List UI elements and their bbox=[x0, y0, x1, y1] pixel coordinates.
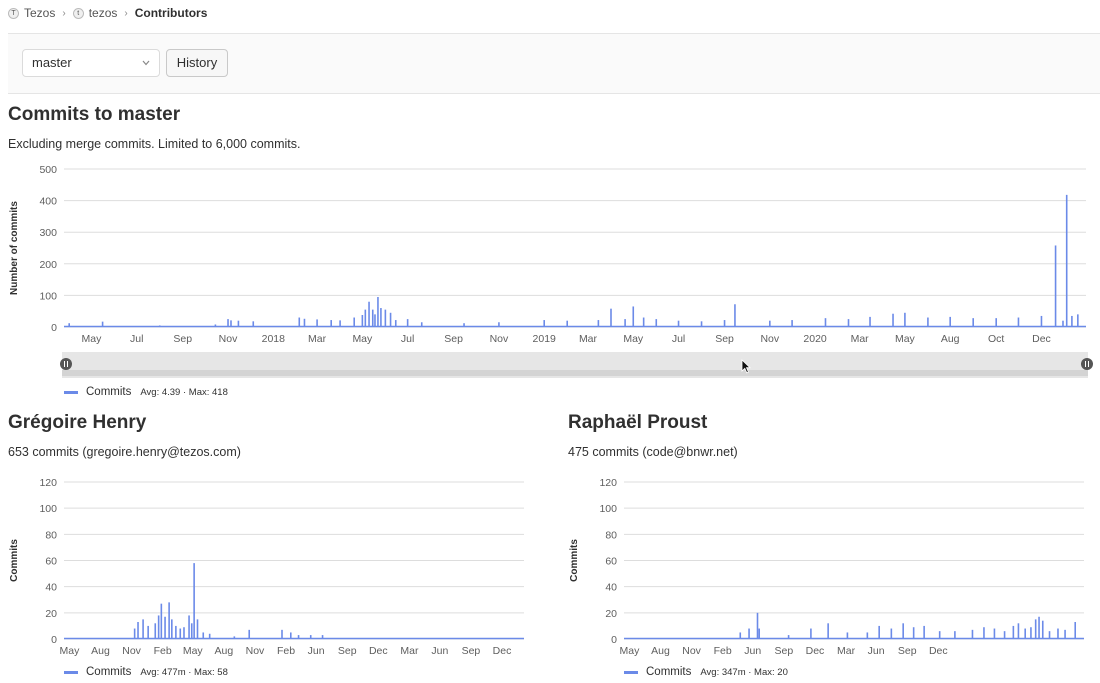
x-tick-label: Jul bbox=[401, 333, 414, 345]
legend-stats: Avg: 4.39 · Max: 418 bbox=[140, 386, 228, 398]
x-tick-label: Oct bbox=[988, 333, 1004, 345]
y-tick-label: 0 bbox=[611, 634, 617, 646]
x-tick-label: May bbox=[352, 333, 373, 345]
x-tick-label: May bbox=[82, 333, 103, 345]
contributor-chart-legend[interactable]: Commits Avg: 347m · Max: 20 bbox=[624, 666, 788, 678]
y-tick-label: 200 bbox=[39, 259, 57, 271]
x-tick-label: Feb bbox=[154, 645, 172, 657]
y-axis-label: Commits bbox=[9, 539, 20, 582]
x-tick-label: Feb bbox=[714, 645, 732, 657]
x-tick-label: Sep bbox=[173, 333, 192, 345]
legend-series-name: Commits bbox=[86, 386, 132, 398]
x-tick-label: 2018 bbox=[262, 333, 286, 345]
x-tick-label: Nov bbox=[760, 333, 779, 345]
x-tick-label: Mar bbox=[851, 333, 870, 345]
slider-overview bbox=[62, 370, 1088, 376]
x-tick-label: May bbox=[623, 333, 644, 345]
contributor-chart-legend[interactable]: Commits Avg: 477m · Max: 58 bbox=[64, 666, 228, 678]
y-tick-label: 0 bbox=[51, 634, 57, 646]
x-tick-label: Mar bbox=[579, 333, 598, 345]
y-tick-label: 120 bbox=[39, 477, 57, 489]
x-tick-label: May bbox=[619, 645, 640, 657]
mouse-cursor-icon bbox=[741, 359, 751, 374]
x-tick-label: Sep bbox=[715, 333, 734, 345]
y-tick-label: 80 bbox=[605, 529, 617, 541]
x-tick-label: Sep bbox=[775, 645, 794, 657]
x-tick-label: Nov bbox=[219, 333, 238, 345]
x-tick-label: Aug bbox=[91, 645, 110, 657]
y-tick-label: 20 bbox=[605, 608, 617, 620]
y-tick-label: 40 bbox=[605, 582, 617, 594]
x-tick-label: Dec bbox=[369, 645, 388, 657]
main-chart-legend[interactable]: Commits Avg: 4.39 · Max: 418 bbox=[64, 386, 228, 398]
x-tick-label: May bbox=[183, 645, 204, 657]
x-tick-label: Sep bbox=[462, 645, 481, 657]
x-tick-label: Sep bbox=[444, 333, 463, 345]
slider-end-handle[interactable] bbox=[1081, 358, 1093, 370]
legend-series-name: Commits bbox=[646, 666, 692, 678]
x-tick-label: Jun bbox=[308, 645, 325, 657]
x-tick-label: May bbox=[895, 333, 916, 345]
x-tick-label: Sep bbox=[338, 645, 357, 657]
y-tick-label: 100 bbox=[39, 290, 57, 302]
y-axis-label: Commits bbox=[569, 539, 580, 582]
y-tick-label: 80 bbox=[45, 529, 57, 541]
legend-swatch bbox=[64, 670, 78, 674]
x-tick-label: Aug bbox=[651, 645, 670, 657]
x-tick-label: Dec bbox=[929, 645, 948, 657]
y-tick-label: 300 bbox=[39, 227, 57, 239]
y-tick-label: 100 bbox=[599, 503, 617, 515]
legend-swatch bbox=[64, 390, 78, 394]
y-tick-label: 20 bbox=[45, 608, 57, 620]
x-tick-label: 2020 bbox=[803, 333, 827, 345]
y-tick-label: 0 bbox=[51, 322, 57, 334]
x-tick-label: Feb bbox=[277, 645, 295, 657]
y-tick-label: 60 bbox=[605, 556, 617, 568]
y-tick-label: 500 bbox=[39, 164, 57, 176]
x-tick-label: Nov bbox=[682, 645, 701, 657]
legend-stats: Avg: 347m · Max: 20 bbox=[700, 666, 788, 678]
legend-stats: Avg: 477m · Max: 58 bbox=[140, 666, 228, 678]
y-tick-label: 100 bbox=[39, 503, 57, 515]
x-tick-label: Nov bbox=[122, 645, 141, 657]
pause-icon bbox=[64, 361, 68, 367]
legend-swatch bbox=[624, 670, 638, 674]
slider-start-handle[interactable] bbox=[60, 358, 72, 370]
x-tick-label: Sep bbox=[898, 645, 917, 657]
y-tick-label: 120 bbox=[599, 477, 617, 489]
x-tick-label: Jul bbox=[130, 333, 143, 345]
x-tick-label: Mar bbox=[837, 645, 856, 657]
x-tick-label: Jun bbox=[868, 645, 885, 657]
date-range-slider[interactable] bbox=[62, 352, 1088, 378]
x-tick-label: Aug bbox=[215, 645, 234, 657]
x-tick-label: Jun bbox=[431, 645, 448, 657]
y-tick-label: 60 bbox=[45, 556, 57, 568]
x-tick-label: Mar bbox=[308, 333, 327, 345]
x-tick-label: Jun bbox=[744, 645, 761, 657]
x-tick-label: Jul bbox=[672, 333, 685, 345]
charts-canvas: 0100200300400500Number of commitsMay Jul S… bbox=[9, 164, 1086, 657]
y-axis-label: Number of commits bbox=[9, 201, 20, 295]
x-tick-label: May bbox=[59, 645, 80, 657]
pause-icon bbox=[1085, 361, 1089, 367]
x-tick-label: Nov bbox=[490, 333, 509, 345]
x-tick-label: Dec bbox=[806, 645, 825, 657]
y-tick-label: 400 bbox=[39, 196, 57, 208]
x-tick-label: Aug bbox=[941, 333, 960, 345]
x-tick-label: Mar bbox=[400, 645, 419, 657]
x-tick-label: 2019 bbox=[533, 333, 557, 345]
x-tick-label: Dec bbox=[1032, 333, 1051, 345]
legend-series-name: Commits bbox=[86, 666, 132, 678]
x-tick-label: Nov bbox=[246, 645, 265, 657]
y-tick-label: 40 bbox=[45, 582, 57, 594]
x-tick-label: Dec bbox=[493, 645, 512, 657]
